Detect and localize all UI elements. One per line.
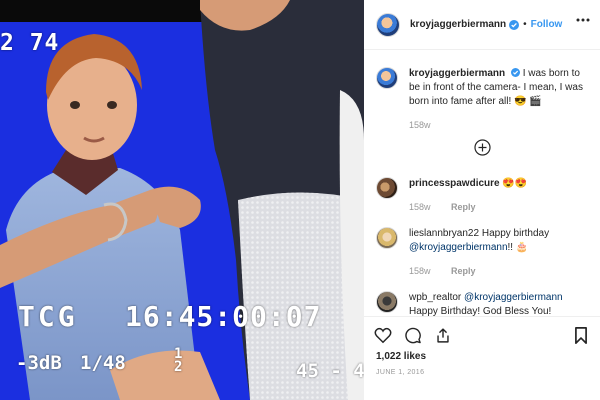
- follow-button[interactable]: Follow: [531, 19, 563, 30]
- commenter-avatar[interactable]: [376, 177, 398, 199]
- comment-age: 158w: [409, 266, 431, 276]
- caption-username[interactable]: kroyjaggerbiermann: [409, 68, 505, 79]
- reply-button[interactable]: Reply: [451, 202, 476, 212]
- frame-count: 1/48: [80, 352, 126, 374]
- comment-icon[interactable]: [404, 327, 422, 344]
- header-separator: •: [523, 19, 527, 30]
- like-count[interactable]: 1,022 likes: [376, 351, 426, 362]
- more-options-icon[interactable]: [576, 18, 590, 22]
- timecode-source: TCG: [18, 300, 78, 333]
- caption-avatar[interactable]: [376, 67, 398, 89]
- timecode-top: 2 74: [0, 30, 60, 56]
- comment-item: wpb_realtor @kroyjaggerbiermann Happy Bi…: [376, 291, 592, 319]
- post-photo: 2 74 TCG 16:45:00:07 -3dB 1/48 1 2 45 - …: [0, 0, 364, 400]
- plus-circle-icon[interactable]: [474, 139, 491, 156]
- commenter-username[interactable]: lieslannbryan22: [409, 228, 479, 239]
- commenter-username[interactable]: wpb_realtor: [409, 292, 461, 303]
- range-readout: 45 - 40: [296, 360, 364, 382]
- comment-text-after: !! 🎂: [507, 242, 529, 253]
- audio-level: -3dB: [16, 352, 62, 374]
- comment-meta: 158w Reply: [409, 264, 592, 278]
- comments-list: kroyjaggerbiermann I was born to be in f…: [364, 51, 600, 319]
- comment-text: Happy birthday: [481, 228, 550, 239]
- comment-item: lieslannbryan22 Happy birthday @kroyjagg…: [376, 227, 592, 278]
- verified-badge-icon: [509, 19, 520, 30]
- caption-item: kroyjaggerbiermann I was born to be in f…: [376, 67, 592, 132]
- caption-age: 158w: [409, 120, 431, 130]
- verified-badge-icon: [510, 68, 520, 77]
- comment-age: 158w: [409, 202, 431, 212]
- post-date[interactable]: JUNE 1, 2016: [376, 369, 424, 376]
- action-bar: 1,022 likes JUNE 1, 2016: [364, 316, 600, 400]
- reply-button[interactable]: Reply: [451, 266, 476, 276]
- author-username[interactable]: kroyjaggerbiermann: [410, 19, 506, 30]
- caption-meta: 158w: [409, 118, 592, 132]
- fraction-readout: 1 2: [174, 347, 183, 375]
- comment-mention[interactable]: @kroyjaggerbiermann: [464, 292, 563, 303]
- heart-icon[interactable]: [374, 327, 392, 344]
- commenter-avatar[interactable]: [376, 227, 398, 249]
- timecode: 16:45:00:07: [125, 300, 322, 333]
- post-header: kroyjaggerbiermann • Follow: [364, 0, 600, 50]
- comment-meta: 158w Reply: [409, 200, 592, 214]
- share-icon[interactable]: [434, 327, 452, 344]
- comment-mention[interactable]: @kroyjaggerbiermann: [409, 242, 508, 253]
- post-panel: kroyjaggerbiermann • Follow kroyjaggerbi…: [364, 0, 600, 400]
- photo-scene: [0, 0, 364, 400]
- comment-text: 😍😍: [502, 178, 528, 189]
- comment-item: princesspawdicure 😍😍 158w Reply: [376, 177, 592, 214]
- author-avatar[interactable]: [376, 12, 400, 37]
- commenter-username[interactable]: princesspawdicure: [409, 178, 500, 189]
- bookmark-icon[interactable]: [574, 327, 588, 344]
- commenter-avatar[interactable]: [376, 291, 398, 313]
- fraction-bottom: 2: [174, 359, 183, 375]
